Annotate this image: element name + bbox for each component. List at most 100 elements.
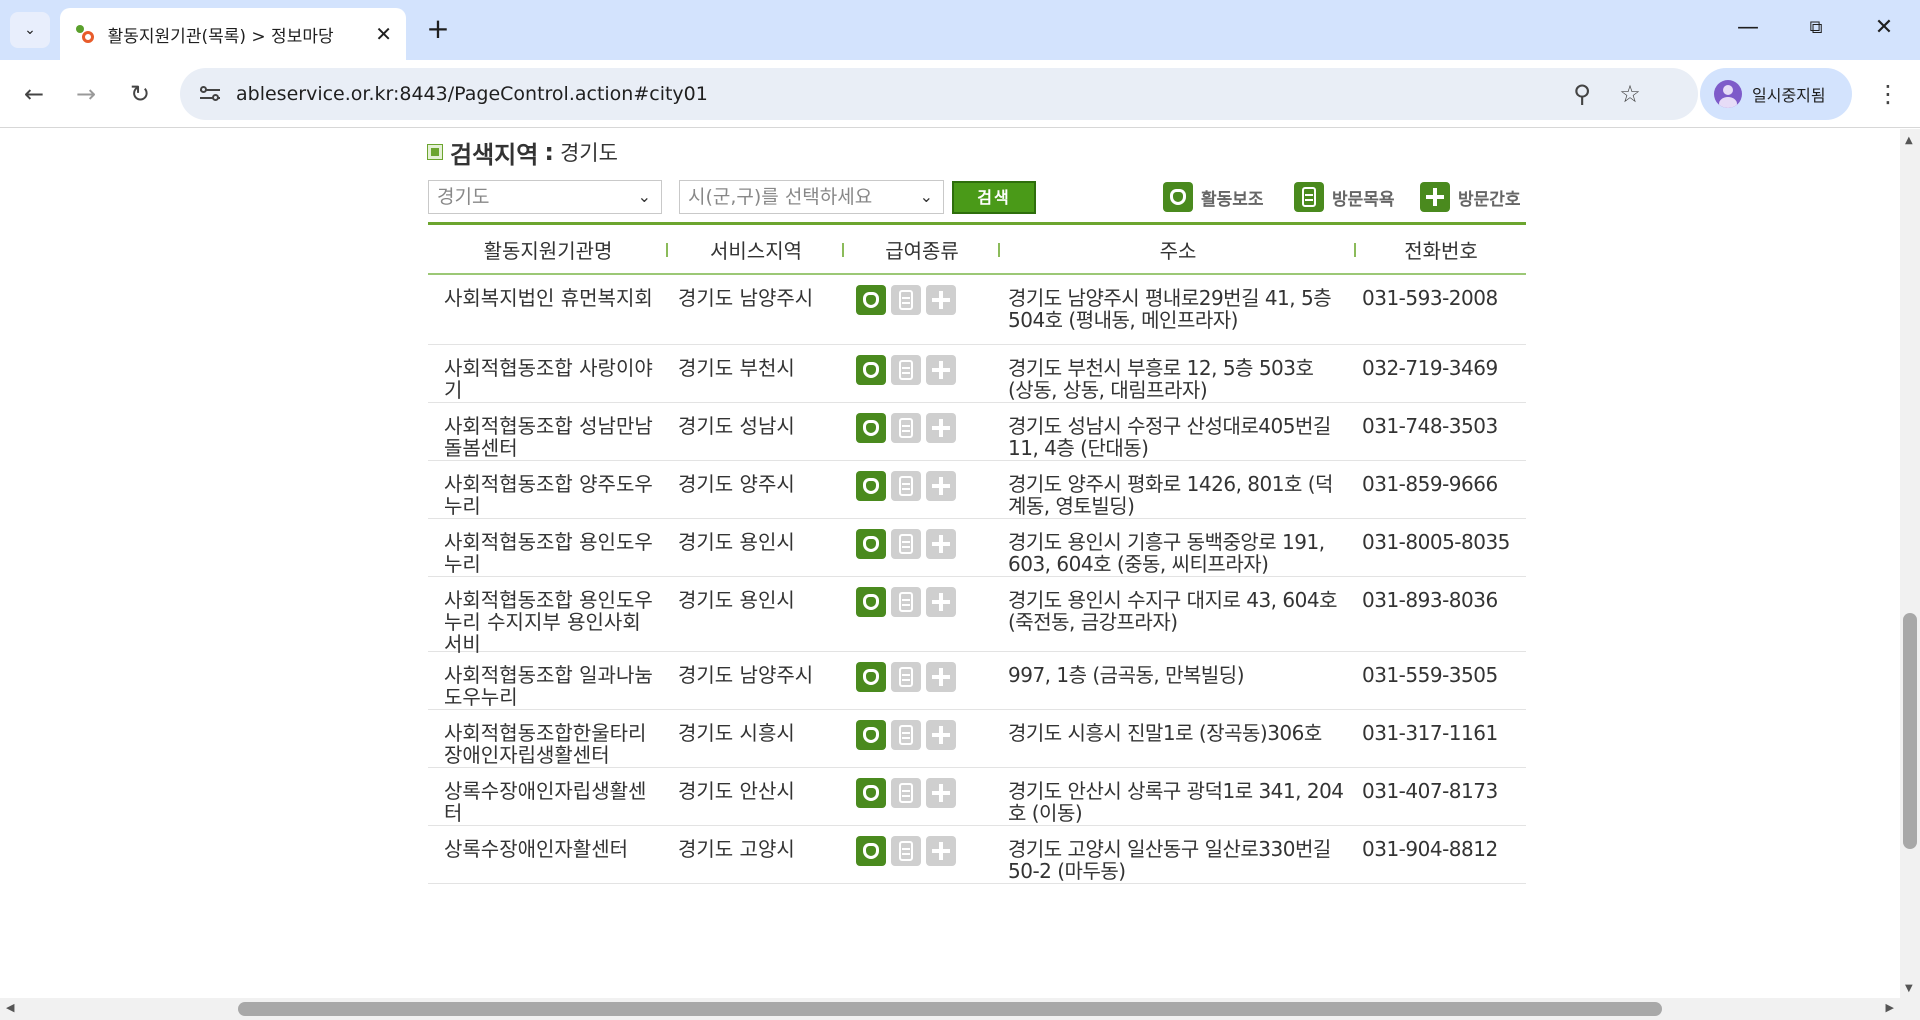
minimize-icon[interactable]: —	[1718, 8, 1778, 48]
plus-icon	[926, 471, 956, 501]
new-tab-plus-icon[interactable]: +	[420, 12, 456, 48]
page-viewport: 검색지역 : 경기도 경기도 ⌄ 시(군,구)를 선택하세요 ⌄ 검색 활동보조…	[0, 129, 1900, 998]
search-button[interactable]: 검색	[952, 181, 1036, 214]
province-select[interactable]: 경기도 ⌄	[428, 180, 662, 214]
address: 경기도 고양시 일산동구 일산로330번길 50-2 (마두동)	[1008, 837, 1331, 883]
legend-label: 방문간호	[1458, 189, 1521, 210]
agency-name-link[interactable]: 사회적협동조합 용인도우누리	[428, 519, 668, 576]
profile-label: 일시중지됨	[1752, 86, 1826, 105]
reload-icon[interactable]: ↻	[120, 74, 160, 114]
restore-icon[interactable]: ⧉	[1786, 8, 1846, 48]
region-value: 경기도	[559, 141, 618, 165]
agency-name-link[interactable]: 사회적협동조합 사랑이야기	[428, 345, 668, 402]
table-row: 상록수장애인자활센터 경기도 고양시 경기도 고양시 일산동구 일산로330번길 5…	[428, 826, 1526, 884]
horizontal-scrollbar[interactable]: ◀ ▶	[0, 998, 1900, 1020]
scroll-up-arrow-icon[interactable]: ▲	[1905, 135, 1913, 146]
region-label: 검색지역	[450, 140, 539, 169]
vertical-scroll-thumb[interactable]	[1903, 613, 1917, 849]
legend-label: 방문목욕	[1332, 189, 1395, 210]
avatar	[1714, 80, 1742, 108]
tab-search-button[interactable]: ⌄	[10, 12, 50, 48]
bath-icon	[891, 529, 921, 559]
city-select-placeholder: 시(군,구)를 선택하세요	[688, 186, 873, 208]
column-header: 급여종류	[844, 235, 1000, 264]
site-settings-icon[interactable]	[196, 80, 224, 108]
benefit-types	[844, 345, 1000, 402]
bath-icon	[891, 720, 921, 750]
agency-name-link[interactable]: 상록수장애인자활센터	[428, 826, 668, 883]
leaf-icon	[856, 471, 886, 501]
phone-number: 031-859-9666	[1362, 472, 1498, 496]
horizontal-scroll-thumb[interactable]	[238, 1002, 1662, 1016]
leaf-icon	[856, 285, 886, 315]
benefit-types	[844, 768, 1000, 825]
agency-name-link[interactable]: 사회적협동조합한울타리장애인자립생활센터	[428, 710, 668, 767]
agency-name-link[interactable]: 사회적협동조합 일과나눔 도우누리	[428, 652, 668, 709]
phone-number: 031-904-8812	[1362, 837, 1498, 861]
bath-icon	[891, 355, 921, 385]
profile-button[interactable]: 일시중지됨	[1700, 68, 1852, 120]
city-select[interactable]: 시(군,구)를 선택하세요 ⌄	[679, 180, 944, 214]
url-text[interactable]: ableservice.or.kr:8443/PageControl.actio…	[236, 68, 708, 120]
legend-visit-bath: 방문목욕	[1294, 180, 1395, 214]
kebab-menu-icon[interactable]: ⋮	[1868, 74, 1908, 114]
benefit-types	[844, 403, 1000, 460]
region-heading: 검색지역 : 경기도	[427, 137, 618, 169]
table-header: 활동지원기관명 서비스지역 급여종류 주소 전화번호	[428, 225, 1526, 275]
service-area: 경기도 성남시	[678, 414, 795, 438]
agency-name-link[interactable]: 사회복지법인 휴먼복지회	[428, 275, 668, 344]
address: 경기도 성남시 수정구 산성대로405번길 11, 4층 (단대동)	[1008, 414, 1331, 460]
table-row: 사회적협동조합한울타리장애인자립생활센터 경기도 시흥시 경기도 시흥시 진말1로 …	[428, 710, 1526, 768]
agency-name-link[interactable]: 사회적협동조합 용인도우누리 수지지부 용인사회서비	[428, 577, 668, 655]
bookmark-star-icon[interactable]: ☆	[1612, 76, 1648, 112]
table-row: 상록수장애인자립생활센터 경기도 안산시 경기도 안산시 상록구 광덕1로 341,…	[428, 768, 1526, 826]
service-area: 경기도 시흥시	[678, 721, 795, 745]
column-header: 활동지원기관명	[428, 235, 668, 264]
browser-tab[interactable]: 활동지원기관(목록) > 정보마당 ✕	[60, 8, 406, 60]
phone-number: 031-317-1161	[1362, 721, 1498, 745]
back-arrow-icon[interactable]: ←	[14, 74, 54, 114]
forward-arrow-icon[interactable]: →	[66, 74, 106, 114]
address-bar[interactable]: ableservice.or.kr:8443/PageControl.actio…	[180, 68, 1698, 120]
phone-number: 031-407-8173	[1362, 779, 1498, 803]
window-close-icon[interactable]: ✕	[1854, 8, 1914, 48]
leaf-icon	[856, 836, 886, 866]
service-area: 경기도 양주시	[678, 472, 795, 496]
leaf-icon	[856, 587, 886, 617]
service-area: 경기도 안산시	[678, 779, 795, 803]
service-area: 경기도 부천시	[678, 356, 795, 380]
scroll-left-arrow-icon[interactable]: ◀	[6, 1001, 14, 1014]
address: 경기도 남양주시 평내로29번길 41, 5층 504호 (평내동, 메인프라자…	[1008, 286, 1332, 332]
legend-activity-support: 활동보조	[1163, 180, 1264, 214]
plus-icon	[926, 355, 956, 385]
browser-toolbar: ← → ↻ ableservice.or.kr:8443/PageControl…	[0, 60, 1920, 128]
table-body: 사회복지법인 휴먼복지회경기도 남양주시 경기도 남양주시 평내로29번길 41,…	[428, 275, 1526, 884]
column-header: 전화번호	[1404, 238, 1478, 263]
bath-icon	[891, 285, 921, 315]
table-row: 사회적협동조합 용인도우누리 경기도 용인시 경기도 용인시 기흥구 동백중앙로 1…	[428, 519, 1526, 577]
zoom-magnifier-icon[interactable]: ⚲	[1564, 76, 1600, 112]
agency-name-link[interactable]: 사회적협동조합 양주도우누리	[428, 461, 668, 518]
agency-name-link[interactable]: 사회적협동조합 성남만남돌봄센터	[428, 403, 668, 460]
close-icon[interactable]: ✕	[375, 22, 392, 46]
leaf-icon	[856, 778, 886, 808]
service-area: 경기도 남양주시	[678, 663, 814, 687]
phone-number: 032-719-3469	[1362, 356, 1498, 380]
plus-icon	[1420, 182, 1450, 212]
table-row: 사회적협동조합 일과나눔 도우누리 경기도 남양주시 997, 1층 (금곡동, 만…	[428, 652, 1526, 710]
plus-icon	[926, 529, 956, 559]
address: 경기도 부천시 부흥로 12, 5층 503호 (상동, 상동, 대림프라자)	[1008, 356, 1314, 402]
plus-icon	[926, 720, 956, 750]
phone-number: 031-559-3505	[1362, 663, 1498, 687]
leaf-icon	[1163, 182, 1193, 212]
scroll-down-arrow-icon[interactable]: ▼	[1905, 983, 1913, 994]
agency-name-link[interactable]: 상록수장애인자립생활센터	[428, 768, 668, 825]
vertical-scrollbar[interactable]: ▲ ▼	[1900, 129, 1920, 998]
table-row: 사회적협동조합 사랑이야기 경기도 부천시 경기도 부천시 부흥로 12, 5층 5…	[428, 345, 1526, 403]
table-row: 사회복지법인 휴먼복지회 경기도 남양주시 경기도 남양주시 평내로29번길 41,…	[428, 275, 1526, 345]
table-row: 사회적협동조합 성남만남돌봄센터 경기도 성남시 경기도 성남시 수정구 산성대로4…	[428, 403, 1526, 461]
province-select-value: 경기도	[437, 186, 490, 208]
region-colon: :	[544, 138, 554, 166]
benefit-types	[844, 710, 1000, 767]
scroll-right-arrow-icon[interactable]: ▶	[1886, 1001, 1894, 1014]
